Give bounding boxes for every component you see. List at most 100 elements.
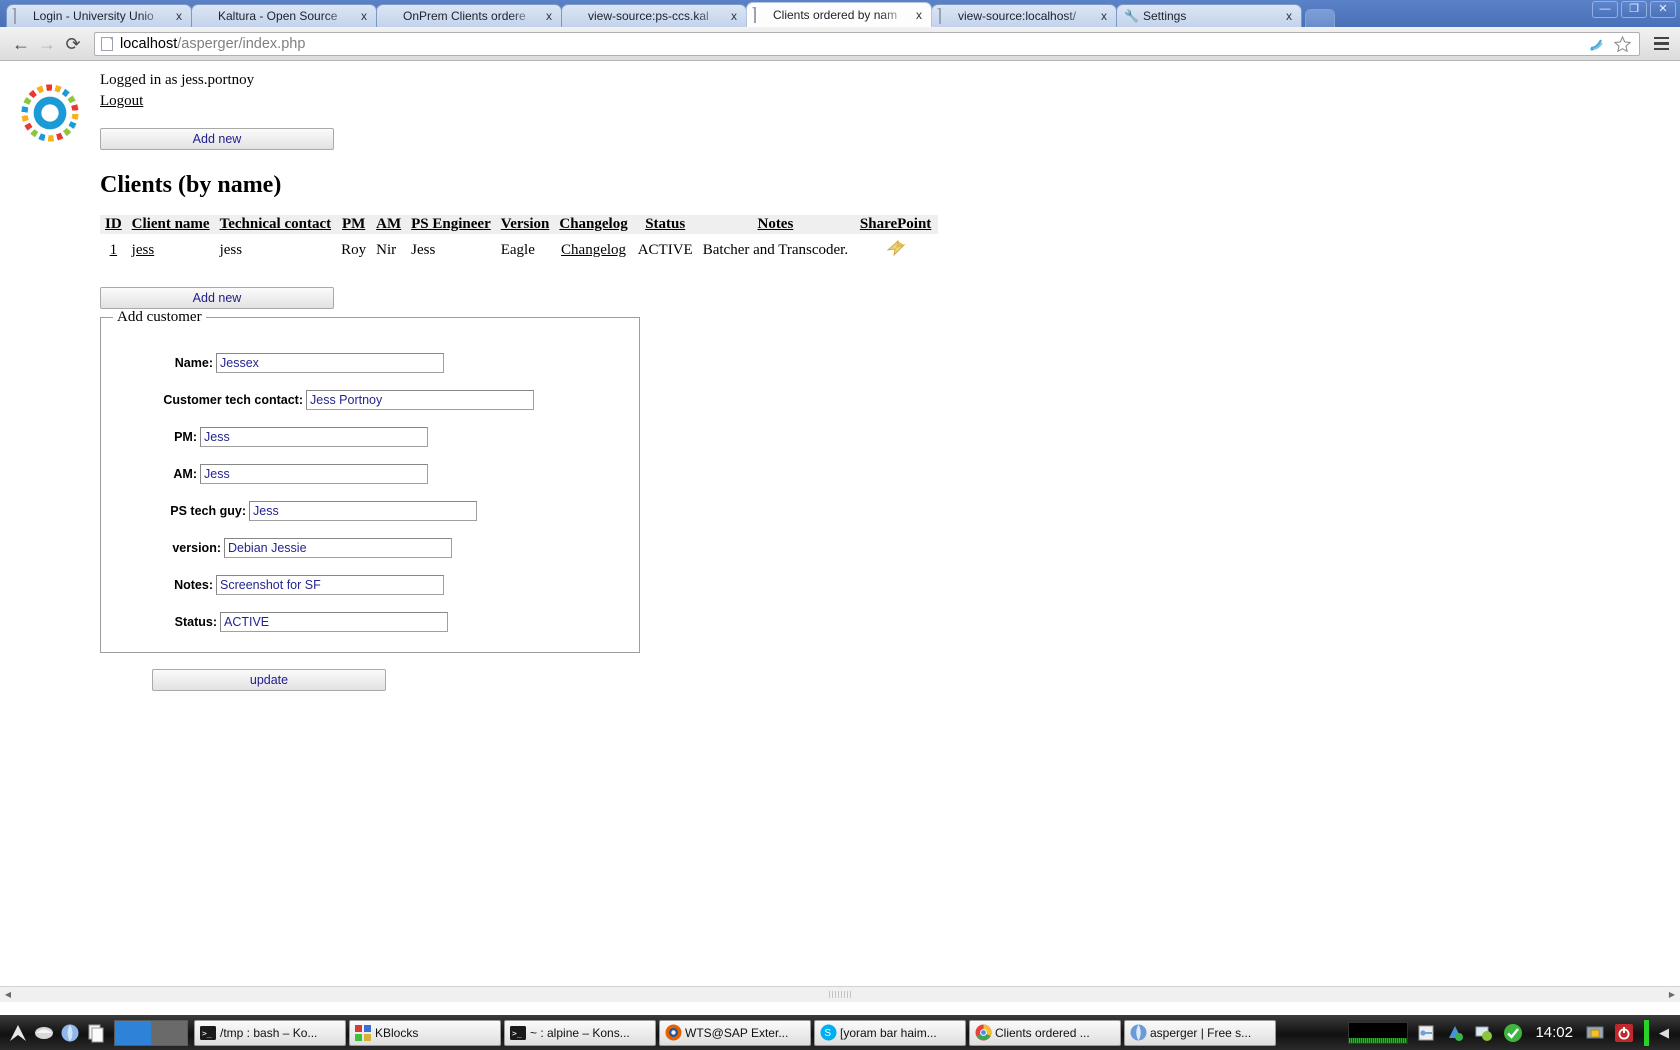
clock[interactable]: 14:02: [1531, 1024, 1577, 1041]
table-row: 1 jess jess Roy Nir Jess Eagle Changelog…: [100, 234, 938, 267]
tab-title: Kaltura - Open Source: [218, 9, 338, 23]
close-icon[interactable]: x: [1096, 8, 1112, 24]
tab-strip: Login - University Unio x Kaltura - Open…: [0, 0, 1680, 27]
fieldset-legend: Add customer: [117, 309, 202, 325]
lock-screen-icon[interactable]: [1584, 1022, 1606, 1044]
task-kblocks[interactable]: KBlocks: [349, 1019, 501, 1046]
column-header-version[interactable]: Version: [495, 215, 555, 234]
sharepoint-icon[interactable]: [885, 238, 907, 258]
customer-tech-contact-input[interactable]: [306, 389, 534, 410]
tab-view-source-localhost[interactable]: view-source:localhost/ x: [931, 4, 1117, 27]
cell-client-name[interactable]: jess: [127, 234, 215, 267]
scrollbar-grip[interactable]: [829, 991, 851, 998]
logout-link[interactable]: Logout: [100, 93, 143, 110]
browser-icon[interactable]: [58, 1021, 82, 1045]
cell-sharepoint[interactable]: [853, 234, 938, 267]
reload-icon[interactable]: ⟳: [60, 31, 86, 57]
close-icon[interactable]: x: [171, 8, 187, 24]
scrollbar-track[interactable]: [16, 987, 1664, 1002]
close-icon[interactable]: x: [356, 8, 372, 24]
update-icon[interactable]: [1473, 1022, 1495, 1044]
notes-input[interactable]: [216, 574, 444, 595]
desktop-1[interactable]: [115, 1020, 151, 1045]
checkmark-icon[interactable]: [1502, 1022, 1524, 1044]
power-icon[interactable]: [1613, 1022, 1635, 1044]
label-version: version:: [172, 540, 221, 555]
ps-tech-guy-input[interactable]: [249, 500, 477, 521]
wave-icon[interactable]: [1589, 36, 1606, 51]
column-header-pm[interactable]: PM: [336, 215, 372, 234]
tab-settings[interactable]: 🔧 Settings x: [1116, 4, 1302, 27]
add-new-button-bottom[interactable]: Add new: [100, 287, 334, 309]
network-icon[interactable]: [1444, 1022, 1466, 1044]
task-list: >_ /tmp : bash – Ko... KBlocks >_ ~ : al…: [194, 1019, 1342, 1046]
task-label: KBlocks: [375, 1025, 419, 1040]
task-label: ~ : alpine – Kons...: [530, 1025, 630, 1040]
terminal-icon[interactable]: [32, 1021, 56, 1045]
kde-menu-icon[interactable]: [6, 1021, 30, 1045]
url-path: /asperger/index.php: [177, 35, 306, 52]
close-icon[interactable]: x: [1281, 8, 1297, 24]
tab-title: view-source:localhost/: [958, 9, 1077, 23]
desktop-2[interactable]: [151, 1020, 187, 1045]
tray-collapse-icon[interactable]: ◀: [1656, 1025, 1672, 1041]
form-row-pm: PM:: [101, 418, 639, 455]
omnibox-actions: [1589, 35, 1632, 52]
version-input[interactable]: [224, 537, 452, 558]
bookmark-star-icon[interactable]: [1613, 35, 1632, 52]
status-input[interactable]: [220, 611, 448, 632]
cell-changelog-link[interactable]: Changelog: [554, 234, 632, 267]
cell-id[interactable]: 1: [100, 234, 127, 267]
new-tab-button[interactable]: [1305, 9, 1335, 27]
clients-table: ID Client name Technical contact PM AM P…: [100, 215, 939, 267]
tab-onprem-clients[interactable]: OnPrem Clients ordere x: [376, 4, 562, 27]
column-header-id[interactable]: ID: [100, 215, 127, 234]
column-header-sharepoint[interactable]: SharePoint: [853, 215, 939, 234]
task-yoram-bar-haim-skype[interactable]: S [yoram bar haim...: [814, 1019, 966, 1046]
pm-input[interactable]: [200, 426, 428, 447]
klipper-icon[interactable]: [1415, 1022, 1437, 1044]
close-icon[interactable]: x: [911, 7, 927, 23]
tab-view-source-ps-ccs[interactable]: view-source:ps-ccs.kal x: [561, 4, 747, 27]
update-button[interactable]: update: [152, 669, 386, 691]
column-header-am[interactable]: AM: [371, 215, 407, 234]
task-clients-ordered[interactable]: Clients ordered ...: [969, 1019, 1121, 1046]
close-window-button[interactable]: ✕: [1650, 1, 1676, 18]
files-icon[interactable]: [84, 1021, 108, 1045]
column-header-client-name[interactable]: Client name: [126, 215, 215, 234]
close-icon[interactable]: x: [726, 8, 742, 24]
column-header-status[interactable]: Status: [632, 215, 698, 234]
network-monitor-icon[interactable]: [1348, 1021, 1409, 1044]
task-tmp-bash-konsole[interactable]: >_ /tmp : bash – Ko...: [194, 1019, 346, 1046]
add-customer-form-area: Add new Add customer Name: Customer tech…: [100, 287, 938, 691]
add-new-button-top[interactable]: Add new: [100, 128, 334, 150]
page-info-icon[interactable]: [101, 36, 113, 51]
task-wts-sap-external[interactable]: WTS@SAP Exter...: [659, 1019, 811, 1046]
tab-login-university-union[interactable]: Login - University Unio x: [6, 4, 192, 27]
column-header-changelog[interactable]: Changelog: [554, 215, 633, 234]
task-label: WTS@SAP Exter...: [685, 1025, 789, 1040]
web-page-content: Logged in as jess.portnoy Logout Add new…: [0, 61, 1680, 1002]
column-header-notes[interactable]: Notes: [697, 215, 854, 234]
cell-am: Nir: [376, 242, 397, 258]
chrome-menu-icon[interactable]: [1650, 32, 1672, 56]
form-row-am: AM:: [101, 455, 639, 492]
name-input[interactable]: [216, 352, 444, 373]
minimize-button[interactable]: —: [1592, 1, 1618, 18]
tab-clients-ordered-by-name[interactable]: Clients ordered by nam x: [746, 2, 932, 27]
horizontal-scrollbar[interactable]: ◀ ▶: [0, 986, 1680, 1002]
back-icon[interactable]: ←: [8, 31, 34, 57]
maximize-button[interactable]: ❐: [1621, 1, 1647, 18]
task-asperger-free-software[interactable]: asperger | Free s...: [1124, 1019, 1276, 1046]
column-header-technical-contact[interactable]: Technical contact: [214, 215, 337, 234]
am-input[interactable]: [200, 463, 428, 484]
scroll-right-icon[interactable]: ▶: [1664, 987, 1680, 1002]
scroll-left-icon[interactable]: ◀: [0, 987, 16, 1002]
column-header-ps-engineer[interactable]: PS Engineer: [406, 215, 496, 234]
task-alpine-konsole[interactable]: >_ ~ : alpine – Kons...: [504, 1019, 656, 1046]
system-tray: 14:02 ◀: [1342, 1019, 1678, 1046]
address-bar[interactable]: localhost/asperger/index.php: [94, 31, 1640, 56]
tab-kaltura-open-source[interactable]: Kaltura - Open Source x: [191, 4, 377, 27]
close-icon[interactable]: x: [541, 8, 557, 24]
forward-icon[interactable]: →: [34, 31, 60, 57]
